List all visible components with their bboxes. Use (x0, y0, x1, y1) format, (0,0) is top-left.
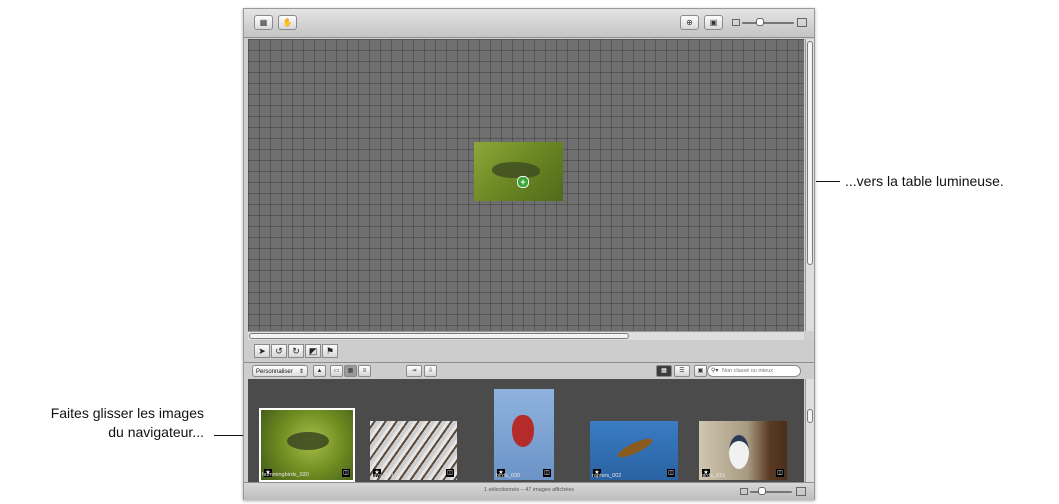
thumbnail-birds-015[interactable]: ★ ◫ (699, 421, 787, 480)
callout-left-line1: Faites glisser les images (50, 405, 204, 421)
light-table-vscroll-thumb[interactable] (807, 41, 813, 265)
status-bar: 1 sélectionnés – 47 images affichées (244, 482, 814, 500)
image-browser-grid: ★ ◫ hummingbirds_030 ★ ◫ jays_001 ★ ◫ bi… (248, 379, 804, 482)
version-badge-icon: ◫ (446, 469, 454, 477)
hummingbird-shape (492, 162, 540, 178)
thumb-large-icon (796, 487, 806, 496)
thumb-small-icon (740, 488, 748, 495)
thumbnail-hummingbirds[interactable]: ★ ◫ (259, 408, 355, 482)
zoom-to-fit-icon: ⊕ (686, 18, 693, 27)
view-mode-icon: ▦ (259, 18, 268, 27)
list-icon: ≡ (362, 368, 367, 374)
light-table-canvas[interactable]: + (248, 39, 804, 331)
image-icon: ▣ (709, 18, 718, 27)
browser-list-toggle[interactable]: ☰ (674, 365, 690, 377)
light-table-hscrollbar[interactable] (248, 331, 804, 340)
callout-right: ...vers la table lumineuse. (845, 172, 1004, 191)
flag-icon: ⚑ (325, 346, 335, 356)
viewer-icon: ▣ (697, 368, 704, 374)
hand-icon: ✋ (282, 18, 293, 27)
rotate-right-button[interactable]: ↻ (288, 344, 304, 358)
arrow-tool-icon: ➤ (258, 346, 266, 356)
light-table-vscrollbar[interactable] (805, 39, 814, 331)
browser-grid-toggle[interactable]: ▦ (656, 365, 672, 377)
browser-grid-icon: ▦ (661, 368, 667, 374)
view-mode-button[interactable]: ▦ (254, 15, 273, 30)
thumbnail-size-slider[interactable] (740, 487, 806, 497)
rotate-right-icon: ↻ (292, 346, 300, 356)
thumbnail-caption: birds_030 (496, 473, 521, 479)
browser-list-icon: ☰ (679, 368, 685, 374)
filmstrip-icon: ▭ (333, 368, 340, 374)
crop-button[interactable]: ◩ (305, 344, 321, 358)
customize-popup[interactable]: Personnaliser ⇕ (252, 365, 308, 377)
arrow-tool-button[interactable]: ➤ (254, 344, 270, 358)
thumbnail-caption: raptors_002 (592, 473, 622, 479)
zoom-slider-track (742, 22, 794, 24)
top-toolbar: ▦ ✋ ⊕ ▣ (244, 9, 814, 38)
light-table-hscroll-thumb[interactable] (249, 333, 629, 339)
sort-icon: ▲ (316, 368, 323, 374)
zoom-slider[interactable] (732, 17, 807, 29)
thumb-slider-knob[interactable] (758, 487, 766, 495)
version-badge-icon: ◫ (342, 469, 350, 477)
sort-button[interactable]: ▲ (313, 365, 326, 377)
rotate-left-icon: ↺ (275, 346, 283, 356)
thumbnail-birds-030[interactable]: ★ ◫ (494, 389, 554, 480)
filmstrip-view-button[interactable]: ▭ (330, 365, 343, 377)
grid-view-button[interactable]: ▦ (344, 365, 357, 377)
grid-icon: ▦ (347, 368, 354, 374)
bird-shape (512, 415, 534, 447)
thumbnail-caption: hummingbirds_030 (262, 472, 309, 478)
hand-button[interactable]: ✋ (278, 15, 297, 30)
export-button[interactable]: ⇩ (424, 365, 437, 377)
zoom-small-icon (732, 19, 740, 26)
bird-shape (729, 435, 749, 469)
thumbnail-raptors[interactable]: ★ ◫ (590, 421, 678, 480)
status-text: 1 sélectionnés – 47 images affichées (483, 487, 575, 493)
flag-button[interactable]: ⚑ (322, 344, 338, 358)
thumbnail-caption: jays_001 (372, 473, 395, 479)
search-icon: ⚲▾ (711, 368, 719, 374)
callout-left: Faites glisser les images du navigateur.… (2, 404, 204, 442)
callout-left-line2: du navigateur... (108, 424, 204, 440)
search-placeholder: Non classé ou mieux (722, 368, 774, 374)
zoom-slider-knob[interactable] (756, 18, 764, 26)
customize-popup-label: Personnaliser (256, 369, 293, 375)
popup-chevron-icon: ⇕ (298, 369, 304, 375)
thumbnail-photo (370, 421, 457, 480)
rotate-left-button[interactable]: ↺ (271, 344, 287, 358)
version-badge-icon: ◫ (667, 469, 675, 477)
zoom-to-fit-button[interactable]: ⊕ (680, 15, 699, 30)
dragged-image[interactable]: + (474, 142, 563, 201)
import-icon: ⇥ (411, 368, 417, 374)
export-icon: ⇩ (427, 368, 434, 374)
import-button[interactable]: ⇥ (406, 365, 422, 377)
list-view-button[interactable]: ≡ (358, 365, 371, 377)
search-field[interactable]: ⚲▾ Non classé ou mieux (707, 365, 801, 377)
app-window: ▦ ✋ ⊕ ▣ + ➤ ↺ ↻ ◩ ⚑ Personnaliser ⇕ ▲ ▭ … (243, 8, 815, 500)
browser-vscroll-thumb[interactable] (807, 409, 813, 423)
bird-shape (287, 432, 329, 450)
image-button[interactable]: ▣ (704, 15, 723, 30)
version-badge-icon: ◫ (776, 469, 784, 477)
tool-strip: ➤ ↺ ↻ ◩ ⚑ (244, 340, 814, 363)
callout-right-line-outer (816, 181, 840, 182)
version-badge-icon: ◫ (543, 469, 551, 477)
drop-plus-icon: + (517, 176, 529, 188)
browser-toolbar: Personnaliser ⇕ ▲ ▭ ▦ ≡ ⇥ ⇩ ▦ ☰ ▣ ⚲▾ Non… (244, 364, 814, 379)
zoom-large-icon (797, 18, 807, 27)
browser-vscrollbar[interactable] (805, 379, 814, 482)
callout-right-text: ...vers la table lumineuse. (845, 173, 1004, 189)
thumbnail-caption: birds_015 (701, 473, 726, 479)
viewer-button[interactable]: ▣ (694, 365, 707, 377)
thumbnail-jays[interactable]: ★ ◫ (370, 421, 457, 480)
thumb-slider-track (750, 491, 792, 493)
crop-icon: ◩ (308, 346, 318, 356)
